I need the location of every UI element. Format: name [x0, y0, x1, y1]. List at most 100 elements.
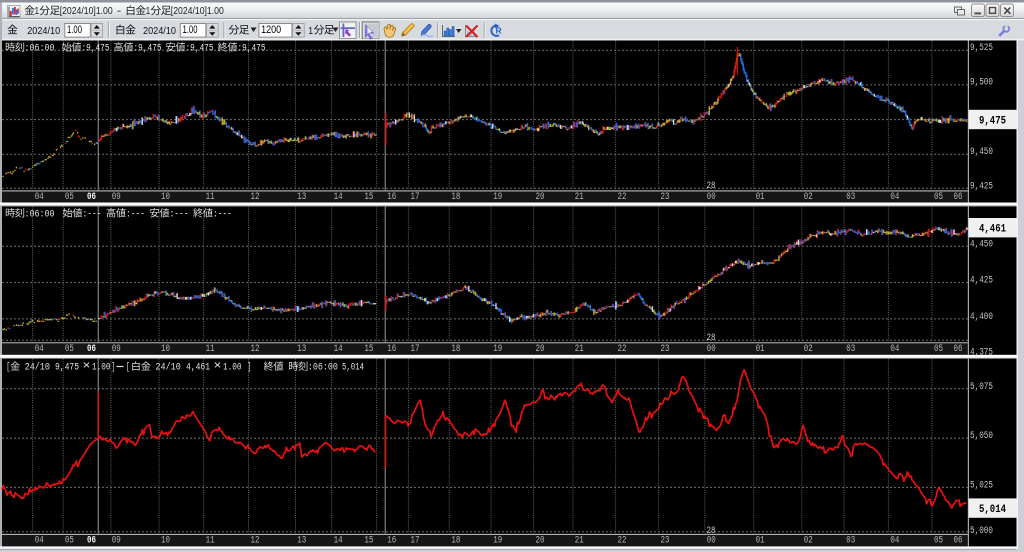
svg-text:5,025: 5,025 — [970, 480, 993, 491]
svg-text:05: 05 — [65, 535, 74, 546]
svg-text:05: 05 — [65, 191, 74, 202]
svg-text:05: 05 — [934, 535, 943, 546]
svg-text:04: 04 — [35, 191, 44, 202]
svg-text:22: 22 — [618, 343, 627, 354]
svg-text:23: 23 — [661, 191, 670, 202]
svg-text:16: 16 — [387, 535, 396, 546]
svg-text:15: 15 — [364, 535, 373, 546]
svg-text:06: 06 — [87, 191, 96, 202]
svg-text:[: [ — [126, 362, 130, 374]
svg-text:13: 13 — [297, 343, 306, 354]
svg-text:19: 19 — [493, 191, 502, 202]
svg-text:28: 28 — [707, 332, 716, 343]
svg-text:06: 06 — [954, 191, 963, 202]
svg-text:13: 13 — [297, 191, 306, 202]
svg-text:18: 18 — [451, 343, 460, 354]
svg-text:9,475: 9,475 — [55, 363, 79, 374]
svg-text:04: 04 — [890, 535, 899, 546]
svg-text:06: 06 — [954, 343, 963, 354]
svg-text:5,014: 5,014 — [342, 363, 364, 374]
svg-text:05: 05 — [934, 191, 943, 202]
svg-text:9,425: 9,425 — [970, 182, 993, 193]
svg-text:18: 18 — [451, 191, 460, 202]
svg-text:1: 1 — [146, 5, 151, 17]
svg-text:]: ] — [248, 362, 252, 374]
svg-text:03: 03 — [846, 343, 855, 354]
svg-text:01: 01 — [756, 191, 765, 202]
svg-text:4,425: 4,425 — [970, 276, 993, 287]
svg-text:11: 11 — [206, 535, 215, 546]
svg-text:22: 22 — [618, 535, 627, 546]
svg-text:24/10: 24/10 — [156, 362, 181, 374]
svg-text:20: 20 — [536, 535, 545, 546]
svg-text:1200: 1200 — [261, 24, 281, 36]
svg-text:03: 03 — [846, 535, 855, 546]
svg-text:12: 12 — [251, 535, 260, 546]
svg-text:22: 22 — [618, 191, 627, 202]
svg-text:1: 1 — [308, 25, 313, 37]
svg-text:01: 01 — [756, 535, 765, 546]
svg-text:06: 06 — [87, 535, 96, 546]
svg-text::9,475: :9,475 — [238, 44, 266, 55]
svg-text:5,014: 5,014 — [979, 504, 1006, 516]
svg-text:10: 10 — [161, 535, 170, 546]
svg-text:12: 12 — [251, 343, 260, 354]
svg-text:04: 04 — [35, 535, 44, 546]
svg-text:×: × — [214, 360, 222, 373]
svg-text:21: 21 — [575, 535, 584, 546]
svg-text:1: 1 — [35, 5, 40, 17]
svg-text:15: 15 — [364, 191, 373, 202]
svg-text:20: 20 — [536, 343, 545, 354]
svg-text:5,050: 5,050 — [970, 431, 993, 442]
svg-text:02: 02 — [804, 343, 813, 354]
svg-text::---: :--- — [213, 209, 232, 220]
svg-text:14: 14 — [334, 191, 343, 202]
svg-text:19: 19 — [493, 535, 502, 546]
svg-text:4,461: 4,461 — [186, 363, 210, 374]
svg-text:9,475: 9,475 — [979, 116, 1006, 128]
svg-text:5,000: 5,000 — [970, 526, 993, 537]
svg-text:[: [ — [6, 362, 10, 374]
svg-text:9,450: 9,450 — [970, 147, 993, 158]
svg-text:00: 00 — [707, 191, 716, 202]
svg-text:[2024/10]1.00: [2024/10]1.00 — [60, 5, 113, 17]
svg-text:03: 03 — [846, 191, 855, 202]
svg-text:23: 23 — [661, 343, 670, 354]
svg-text::06:00: :06:00 — [308, 363, 338, 374]
svg-text:21: 21 — [575, 343, 584, 354]
svg-text:01: 01 — [756, 343, 765, 354]
svg-text::06:00: :06:00 — [25, 44, 55, 55]
svg-text:21: 21 — [575, 191, 584, 202]
svg-text:5,075: 5,075 — [970, 382, 993, 393]
svg-text:00: 00 — [707, 535, 716, 546]
svg-text:28: 28 — [707, 180, 716, 191]
svg-text:05: 05 — [934, 343, 943, 354]
svg-text:[2024/10]1.00: [2024/10]1.00 — [171, 5, 224, 17]
svg-text::---: :--- — [83, 209, 102, 220]
svg-text:20: 20 — [536, 191, 545, 202]
svg-text:13: 13 — [297, 535, 306, 546]
svg-text:18: 18 — [451, 535, 460, 546]
svg-text:4,461: 4,461 — [979, 224, 1006, 236]
svg-text:17: 17 — [411, 343, 420, 354]
svg-text:1.00: 1.00 — [67, 24, 82, 36]
svg-text:09: 09 — [112, 343, 121, 354]
svg-text:17: 17 — [411, 191, 420, 202]
svg-text:10: 10 — [161, 191, 170, 202]
svg-text:14: 14 — [334, 343, 343, 354]
svg-text:1.00: 1.00 — [183, 24, 198, 36]
svg-text:14: 14 — [334, 535, 343, 546]
svg-text:R: R — [496, 26, 502, 36]
svg-text:9,525: 9,525 — [970, 43, 993, 54]
svg-text:00: 00 — [707, 343, 716, 354]
svg-text:16: 16 — [387, 191, 396, 202]
svg-text:02: 02 — [804, 535, 813, 546]
svg-text:10: 10 — [161, 343, 170, 354]
svg-text:]: ] — [112, 362, 116, 374]
svg-text:11: 11 — [206, 343, 215, 354]
svg-text:09: 09 — [112, 535, 121, 546]
svg-text::9,475: :9,475 — [82, 44, 110, 55]
svg-text:1.00: 1.00 — [92, 363, 111, 374]
svg-text:04: 04 — [890, 343, 899, 354]
svg-text:05: 05 — [65, 343, 74, 354]
